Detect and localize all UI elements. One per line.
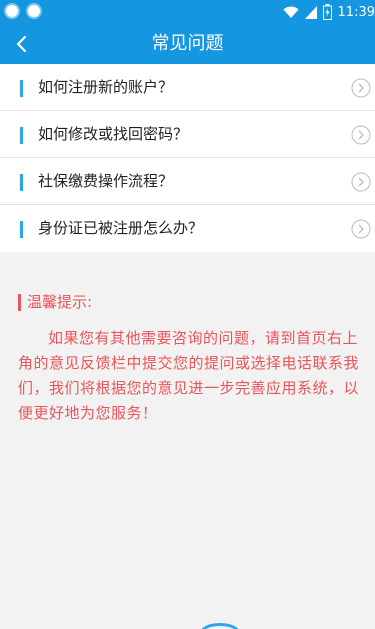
back-button[interactable] [6,28,38,60]
faq-item-id-registered[interactable]: 身份证已被注册怎么办？ [0,205,375,252]
tips-section: 温馨提示: 如果您有其他需要咨询的问题，请到首页右上角的意见反馈栏中提交您的提问… [0,256,375,629]
notification-icons [4,3,42,19]
system-icons: 11:39 [283,2,375,22]
faq-item-register[interactable]: 如何注册新的账户？ [0,64,375,111]
battery-charging-icon [322,4,332,20]
faq-item-payment[interactable]: 社保缴费操作流程？ [0,158,375,205]
tips-accent-bar [18,294,21,311]
faq-item-label: 社保缴费操作流程？ [38,172,174,190]
chevron-right-circle-icon [351,78,371,98]
faq-item-label: 如何注册新的账户？ [38,78,174,96]
chevron-right-circle-icon [351,219,371,239]
tips-body: 如果您有其他需要咨询的问题，请到首页右上角的意见反馈栏中提交您的提问或选择电话联… [18,329,360,422]
faq-list: 如何注册新的账户？ 如何修改或找回密码？ 社保缴费操作流程？ 身份证已被注册怎么… [0,64,375,252]
logo-decoration [200,623,240,629]
faq-accent-bar [20,80,23,97]
tips-title: 温馨提示: [27,293,93,311]
wifi-icon [283,6,299,18]
app-icon [26,3,42,19]
faq-item-label: 如何修改或找回密码？ [38,125,189,143]
signal-icon [304,6,317,19]
faq-accent-bar [20,127,23,144]
faq-item-label: 身份证已被注册怎么办？ [38,219,204,237]
header: 常见问题 [0,24,375,64]
page-title: 常见问题 [151,33,224,54]
clock: 11:39 [337,4,375,20]
faq-item-password[interactable]: 如何修改或找回密码？ [0,111,375,158]
faq-accent-bar [20,221,23,238]
app-icon [4,3,20,19]
chevron-right-circle-icon [351,125,371,145]
chevron-left-icon [16,35,27,53]
chevron-right-circle-icon [351,172,371,192]
status-bar: 11:39 [0,0,375,24]
faq-accent-bar [20,174,23,191]
